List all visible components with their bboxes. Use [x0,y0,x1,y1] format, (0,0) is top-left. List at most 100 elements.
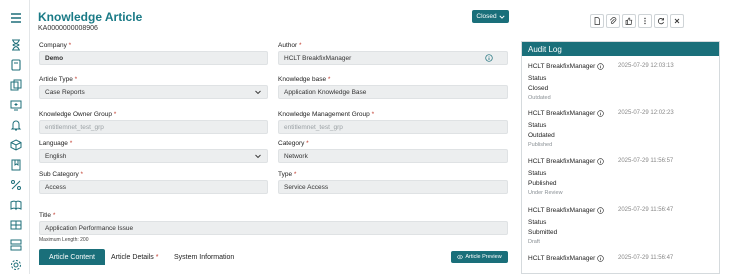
audit-entry-time: 2025-07-29 12:02:23 [618,110,674,116]
company-label-text: Company [39,42,67,49]
language-label: Language * [39,140,73,147]
pdf-icon[interactable] [590,14,604,28]
type-label: Type * [278,171,297,178]
language-label-text: Language [39,140,68,147]
info-icon[interactable] [597,63,605,70]
author-value: HCLT BreakfixManager [284,54,352,62]
audit-entry: HCLT BreakfixManager 2025-07-29 11:56:47 [528,255,713,269]
attach-icon[interactable] [606,14,620,28]
category-field[interactable]: Network [278,149,508,163]
monitor-plus-icon[interactable] [9,98,22,111]
management-group-label: Knowledge Management Group * [278,111,375,118]
box-icon[interactable] [9,138,22,151]
article-type-select[interactable]: Case Reports [39,85,268,99]
audit-user-name: HCLT BreakfixManager [528,63,596,70]
refresh-icon[interactable] [654,14,668,28]
author-label: Author * [278,42,302,49]
owner-group-value: entitlemnet_test_grp [45,123,104,131]
author-label-text: Author [278,42,298,49]
more-icon[interactable] [638,14,652,28]
company-value: Demo [45,54,64,62]
audit-entry-old-value: Outdated [528,95,551,101]
tab-article-details-label: Article Details [111,253,154,261]
menu-icon[interactable] [9,11,22,24]
title-helper-text: Maximum Length: 200 [39,237,89,243]
owner-group-field[interactable]: entitlemnet_test_grp [39,120,268,134]
management-group-label-text: Knowledge Management Group [278,111,370,118]
audit-user-name: HCLT BreakfixManager [528,158,596,165]
title-input[interactable]: Application Performance Issue [39,221,508,235]
grid-icon[interactable] [9,218,22,231]
layers-icon[interactable] [9,238,22,251]
article-number: KA0000000008906 [38,25,98,32]
management-group-value: entitlemnet_test_grp [284,123,343,131]
audit-user-name: HCLT BreakfixManager [528,207,596,214]
audit-entry-time: 2025-07-29 11:56:57 [618,158,674,164]
audit-entry-user: HCLT BreakfixManager [528,110,605,117]
tab-article-details[interactable]: Article Details * [111,249,159,265]
category-value: Network [284,152,308,160]
audit-entry-time: 2025-07-29 11:56:47 [618,255,674,261]
knowledge-base-value: Application Knowledge Base [284,88,367,96]
management-group-field[interactable]: entitlemnet_test_grp [278,120,508,134]
knowledge-base-label: Knowledge base * [278,76,331,83]
author-field[interactable]: HCLT BreakfixManager [278,51,508,65]
close-icon[interactable] [670,14,684,28]
owner-group-label: Knowledge Owner Group * [39,111,117,118]
audit-entry-new-value: Closed [528,85,549,92]
left-nav-rail [0,0,30,274]
title-label: Title * [39,212,56,219]
audit-entry-old-value: Published [528,142,553,148]
article-type-label-text: Article Type [39,76,73,83]
gear-icon[interactable] [9,258,22,271]
eye-icon [457,254,464,260]
percent-icon[interactable] [9,178,22,191]
copy-icon[interactable] [9,78,22,91]
audit-entry-field: Status [528,170,547,177]
status-dropdown-button[interactable]: Closed [472,10,509,23]
book-open-icon[interactable] [9,198,22,211]
title-value: Application Performance Issue [45,224,134,232]
info-icon[interactable] [485,54,493,62]
audit-entry-old-value: Under Review [528,190,563,196]
knowledge-base-field[interactable]: Application Knowledge Base [278,85,508,99]
audit-log-title: Audit Log [522,42,719,56]
audit-user-name: HCLT BreakfixManager [528,255,596,262]
audit-entry-new-value: Outdated [528,132,555,139]
chevron-down-icon [499,15,505,19]
header-toolbar [590,14,684,28]
hourglass-icon[interactable] [9,38,22,51]
audit-entry-user: HCLT BreakfixManager [528,255,605,262]
info-icon[interactable] [597,207,605,214]
sub-category-label: Sub Category * [39,171,84,178]
sub-category-label-text: Sub Category [39,171,79,178]
tab-system-information[interactable]: System Information [174,249,234,265]
bell-icon[interactable] [9,118,22,131]
bookmark-icon[interactable] [9,158,22,171]
status-label: Closed [476,13,497,20]
type-field[interactable]: Service Access [278,180,508,194]
audit-entry-time: 2025-07-29 12:03:13 [618,63,674,69]
audit-log-panel: Audit Log HCLT BreakfixManager 2025-07-2… [521,41,720,274]
page-title: Knowledge Article [38,10,143,24]
book-icon[interactable] [9,58,22,71]
article-preview-label: Article Preview [465,254,502,260]
tab-article-content[interactable]: Article Content [39,249,105,265]
info-icon[interactable] [597,255,605,262]
title-label-text: Title [39,212,52,219]
info-icon[interactable] [597,158,605,165]
audit-entry-user: HCLT BreakfixManager [528,63,605,70]
audit-entry: HCLT BreakfixManager 2025-07-29 11:56:57… [528,158,713,200]
audit-entry-user: HCLT BreakfixManager [528,158,605,165]
sub-category-value: Access [45,183,66,191]
audit-user-name: HCLT BreakfixManager [528,110,596,117]
sub-category-field[interactable]: Access [39,180,268,194]
chevron-down-icon [255,154,261,159]
info-icon[interactable] [597,110,605,117]
like-icon[interactable] [622,14,636,28]
chevron-down-icon [255,90,261,95]
language-select[interactable]: English [39,149,268,163]
company-field[interactable]: Demo [39,51,268,65]
article-preview-button[interactable]: Article Preview [451,251,508,263]
knowledge-base-label-text: Knowledge base [278,76,327,83]
